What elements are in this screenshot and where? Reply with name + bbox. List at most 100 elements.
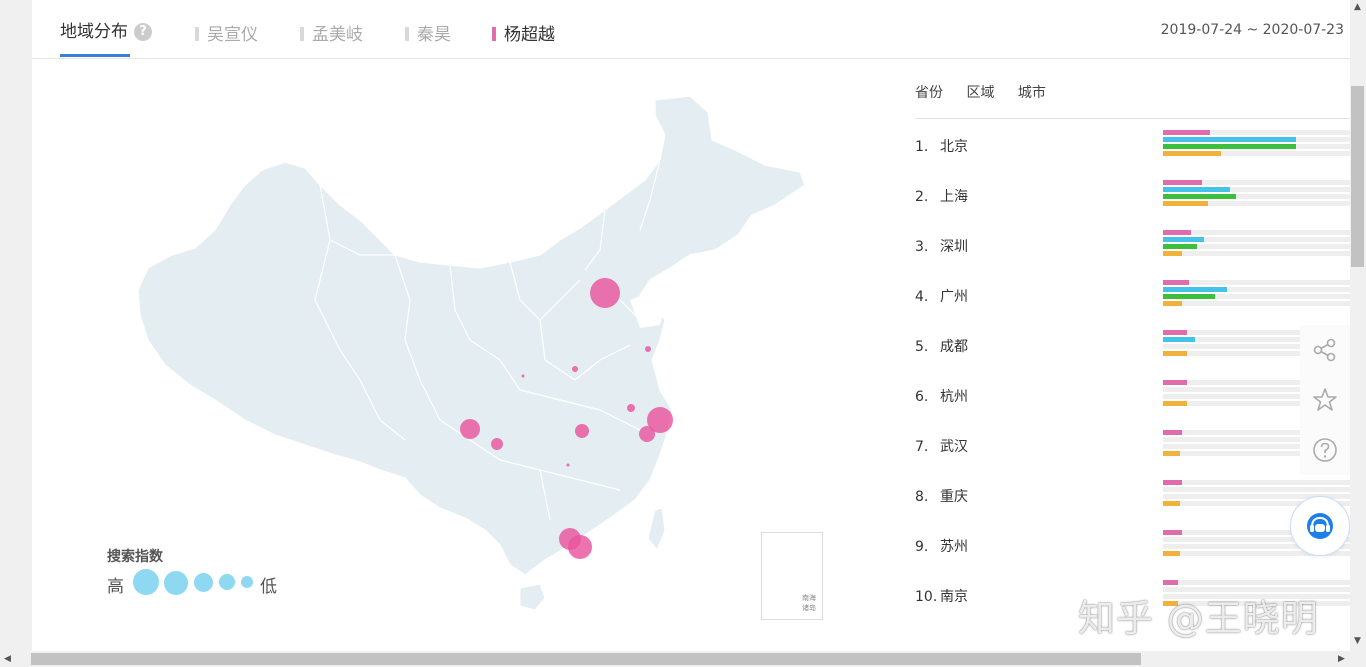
bar-fill — [1163, 430, 1182, 435]
horizontal-scroll-thumb[interactable] — [31, 653, 1141, 665]
bubble-xian — [521, 374, 525, 378]
inset-label: 南海诸岛 — [802, 594, 816, 612]
rank-city: 上海 — [940, 189, 968, 205]
ranking-row[interactable]: 9. 苏州 — [915, 536, 968, 556]
rank-city: 杭州 — [940, 389, 968, 405]
watermark: 知乎 @王晓明 — [1078, 597, 1319, 640]
rank-city: 成都 — [940, 339, 968, 355]
bar-track — [1163, 194, 1350, 199]
rank-city: 广州 — [940, 289, 968, 305]
bar-track — [1163, 301, 1350, 306]
bar-track — [1163, 480, 1350, 485]
bubble-beijing — [590, 278, 620, 308]
ranking-row[interactable]: 8. 重庆 — [915, 486, 968, 506]
help-icon[interactable]: ? — [134, 23, 152, 41]
bar-track — [1163, 151, 1350, 156]
legend-dot-4 — [219, 574, 235, 590]
bar-fill — [1163, 580, 1178, 585]
ranking-row[interactable]: 7. 武汉 — [915, 436, 968, 456]
rank-city: 苏州 — [940, 539, 968, 555]
bar-fill — [1163, 287, 1227, 292]
bar-fill — [1163, 230, 1191, 235]
subtab-region[interactable]: 区域 — [966, 85, 994, 101]
keyword-color-bar — [300, 27, 304, 41]
legend-high-label: 高 — [107, 577, 124, 597]
share-icon[interactable] — [1312, 337, 1338, 363]
bar-fill — [1163, 337, 1195, 342]
vertical-scroll-thumb[interactable] — [1351, 86, 1364, 267]
map-landmass — [137, 95, 806, 576]
subtab-city[interactable]: 城市 — [1018, 85, 1046, 101]
bubble-shenzhen — [568, 535, 592, 559]
bar-fill — [1163, 187, 1230, 192]
bubble-nanjing — [627, 404, 635, 412]
rank-city: 南京 — [940, 589, 968, 605]
question-icon[interactable] — [1312, 437, 1338, 463]
bar-track — [1163, 230, 1350, 235]
bar-track — [1163, 280, 1350, 285]
bar-track — [1163, 487, 1350, 492]
keyword-tab-1[interactable]: 吴宣仪 — [195, 20, 258, 45]
ranking-row[interactable]: 3. 深圳 — [915, 236, 968, 256]
tab-region-distribution[interactable]: 地域分布? — [60, 17, 152, 42]
bar-fill — [1163, 180, 1202, 185]
customer-service-button[interactable] — [1290, 496, 1350, 556]
bubble-hangzhou — [639, 426, 655, 442]
legend-title: 搜索指数 — [107, 549, 163, 565]
taiwan-island — [647, 507, 666, 552]
subtab-province[interactable]: 省份 — [915, 85, 943, 101]
bubble-chongqing — [491, 438, 503, 450]
hainan-island — [519, 583, 546, 611]
rank-city: 重庆 — [940, 489, 968, 505]
bar-track — [1163, 294, 1350, 299]
bar-track — [1163, 137, 1350, 142]
bar-fill — [1163, 501, 1180, 506]
main-panel: 地域分布? 吴宣仪 孟美岐 秦昊 杨超越 2019-07-24 ~ 2020-0… — [32, 0, 1350, 651]
ranking-row[interactable]: 10. 南京 — [915, 586, 968, 606]
bar-track — [1163, 287, 1350, 292]
bar-fill — [1163, 401, 1187, 406]
rank-number: 8. — [915, 489, 929, 505]
bar-fill — [1163, 280, 1189, 285]
ranking-row[interactable]: 1. 北京 — [915, 136, 968, 156]
keyword-color-bar — [492, 27, 496, 41]
rank-number: 9. — [915, 539, 929, 555]
legend-dot-2 — [164, 571, 188, 595]
tab-label: 地域分布 — [60, 22, 128, 42]
date-range[interactable]: 2019-07-24 ~ 2020-07-23 — [1161, 22, 1344, 38]
keyword-label: 孟美岐 — [312, 25, 363, 45]
bar-fill — [1163, 144, 1296, 149]
bubble-zhengzhou — [572, 366, 578, 372]
keyword-tab-2[interactable]: 孟美岐 — [300, 20, 363, 45]
ranking-row[interactable]: 5. 成都 — [915, 336, 968, 356]
keyword-label: 吴宣仪 — [207, 25, 258, 45]
ranking-row[interactable]: 2. 上海 — [915, 186, 968, 206]
subtab-divider — [915, 118, 1350, 119]
scroll-up-arrow[interactable]: ▲ — [1354, 2, 1361, 12]
rank-bars — [1163, 280, 1350, 308]
active-tab-indicator — [60, 54, 130, 57]
ranking-row[interactable]: 4. 广州 — [915, 286, 968, 306]
side-toolbar — [1300, 325, 1350, 475]
bar-track — [1163, 580, 1350, 585]
scroll-left-arrow[interactable]: ◀ — [4, 654, 11, 664]
rank-bars — [1163, 180, 1350, 208]
keyword-label: 秦昊 — [417, 25, 451, 45]
legend-dot-1 — [133, 569, 159, 595]
star-icon[interactable] — [1312, 387, 1338, 413]
scroll-right-arrow[interactable]: ▶ — [1338, 654, 1345, 664]
bubble-chengdu — [460, 419, 480, 439]
keyword-tab-4[interactable]: 杨超越 — [492, 20, 555, 45]
bar-track — [1163, 180, 1350, 185]
rank-city: 武汉 — [940, 439, 968, 455]
ranking-row[interactable]: 6. 杭州 — [915, 386, 968, 406]
bar-track — [1163, 201, 1350, 206]
bar-track — [1163, 237, 1350, 242]
legend-dot-3 — [194, 573, 213, 592]
bar-fill — [1163, 380, 1187, 385]
keyword-tab-3[interactable]: 秦昊 — [405, 20, 451, 45]
scroll-down-arrow[interactable]: ▼ — [1354, 636, 1361, 646]
bubble-qingdao — [645, 346, 651, 352]
bar-fill — [1163, 130, 1210, 135]
bar-fill — [1163, 351, 1187, 356]
